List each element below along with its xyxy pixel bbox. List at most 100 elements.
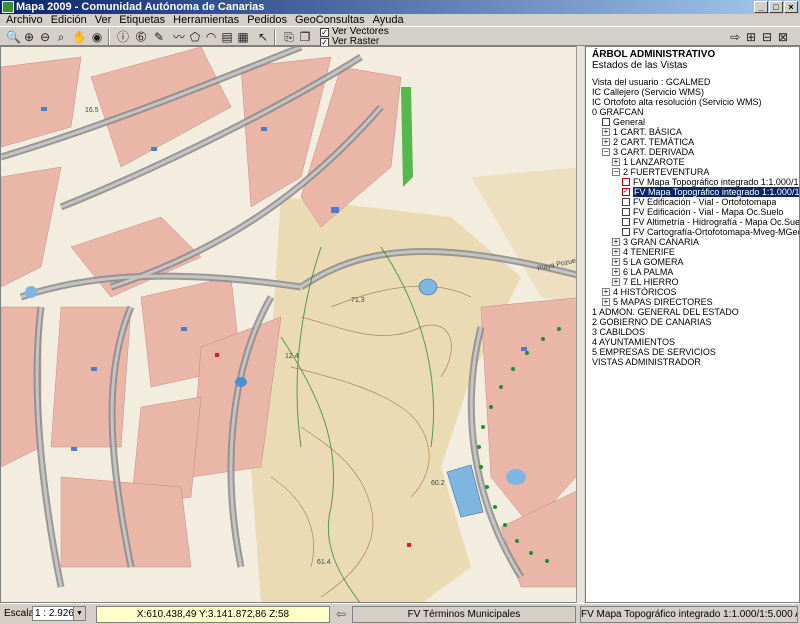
tree-node-label: 3 CABILDOS [592,327,646,337]
arrow-right-icon[interactable]: ⇨ [728,30,742,44]
panel-subtitle: Estados de las Vistas [592,60,688,71]
copy-icon[interactable]: ⎘ [282,30,296,44]
tree-node[interactable]: 0 GRAFCAN [586,107,799,117]
menu-pedidos[interactable]: Pedidos [247,14,287,26]
tree-node[interactable]: ✓ FV Mapa Topográfico integrado 1:1.000/1… [586,187,799,197]
expand-icon[interactable]: + [612,258,620,266]
tree-node[interactable]: +5 LA GOMERA [586,257,799,267]
print-icon[interactable]: ▤ [220,30,234,44]
refresh-icon[interactable]: ◉ [90,30,104,44]
expand-icon[interactable]: + [602,298,610,306]
minimize-button[interactable]: _ [754,1,768,13]
measure-icon[interactable]: ➅ [134,30,148,44]
layer-checkbox[interactable]: ✓ [622,188,630,196]
layer-checkbox[interactable] [622,218,630,226]
tree-node[interactable]: General [586,117,799,127]
tree-node-label: IC Ortofoto alta resolución (Servicio WM… [592,97,762,107]
menu-herramientas[interactable]: Herramientas [173,14,239,26]
tree-node[interactable]: 5 EMPRESAS DE SERVICIOS [586,347,799,357]
draw-icon[interactable]: ✎ [152,30,166,44]
polygon-icon[interactable]: ⬠ [188,30,202,44]
map-svg [1,47,583,602]
collapse-icon[interactable]: − [602,148,610,156]
tree-node[interactable]: VISTAS ADMINISTRADOR [586,357,799,367]
tree-expand-icon[interactable]: ⊞ [744,30,758,44]
layer-checkbox[interactable] [622,198,630,206]
layer-checkbox[interactable] [622,178,630,186]
tree-node[interactable]: FV Edificación - Vial - Mapa Oc.Suelo [586,207,799,217]
tree-node[interactable]: IC Ortofoto alta resolución (Servicio WM… [586,97,799,107]
menu-ver[interactable]: Ver [95,14,112,26]
expand-icon[interactable]: + [602,288,610,296]
expand-icon[interactable]: + [612,238,620,246]
tree-node-label: 2 CART. TEMÁTICA [613,137,695,147]
tree-node[interactable]: +1 LANZAROTE [586,157,799,167]
tree-node-label: 1 LANZAROTE [623,157,685,167]
maximize-button[interactable]: □ [769,1,783,13]
tree-node[interactable]: +7 EL HIERRO [586,277,799,287]
scale-select[interactable]: 1 : 2.926 ▼ [32,606,86,621]
info-icon[interactable]: ⓘ [116,30,130,44]
expand-icon[interactable]: + [612,158,620,166]
expand-icon[interactable]: + [612,268,620,276]
menu-edicion[interactable]: Edición [51,14,87,26]
zoom-out-icon[interactable]: ⊖ [38,30,52,44]
zoom-window-icon[interactable]: ⌕ [54,30,68,44]
layer-checkbox[interactable] [602,118,610,126]
arrow-left-icon[interactable]: ⇦ [334,607,348,621]
tree-node[interactable]: +4 HISTÓRICOS [586,287,799,297]
layer-checkbox[interactable] [622,228,630,236]
zoom-icon[interactable]: 🔍 [6,30,21,44]
tree-sort-icon[interactable]: ⊠ [776,30,790,44]
tree-node[interactable]: FV Altimetría - Hidrografía - Mapa Oc.Su… [586,217,799,227]
area-icon[interactable]: ◠ [204,30,218,44]
tree-node-label: 6 LA PALMA [623,267,674,277]
map-elevation-label: 61.4 [317,559,331,566]
tree-node[interactable]: FV Mapa Topográfico integrado 1:1.000/1:… [586,177,799,187]
tree-node[interactable]: 4 AYUNTAMIENTOS [586,337,799,347]
tree-node[interactable]: IC Callejero (Servicio WMS) [586,87,799,97]
expand-icon[interactable]: + [612,278,620,286]
map-scrollbar[interactable] [576,46,584,603]
tree-node[interactable]: Vista del usuario : GCALMED [586,77,799,87]
cursor-icon[interactable]: ↖ [256,30,270,44]
tree-node[interactable]: +4 TENERIFE [586,247,799,257]
tree-node[interactable]: −2 FUERTEVENTURA [586,167,799,177]
line-icon[interactable]: 〰 [172,30,186,44]
tree-node[interactable]: FV Edificación - Vial - Ortofotomapa [586,197,799,207]
expand-icon[interactable]: + [612,248,620,256]
expand-icon[interactable]: + [602,128,610,136]
tree-node[interactable]: +2 CART. TEMÁTICA [586,137,799,147]
selected-layer-field: FV Mapa Topográfico integrado 1:1.000/1:… [580,606,798,623]
tree-node[interactable]: +6 LA PALMA [586,267,799,277]
chevron-down-icon[interactable]: ▼ [73,607,85,620]
collapse-icon[interactable]: − [612,168,620,176]
tree-node[interactable]: +5 MAPAS DIRECTORES [586,297,799,307]
window-title: Mapa 2009 - Comunidad Autónoma de Canari… [16,1,265,13]
menu-geoconsultas[interactable]: GeoConsultas [295,14,365,26]
menu-etiquetas[interactable]: Etiquetas [119,14,165,26]
tree-node[interactable]: 1 ADMON. GENERAL DEL ESTADO [586,307,799,317]
tree-node[interactable]: +3 GRAN CANARIA [586,237,799,247]
close-button[interactable]: × [784,1,798,13]
tree-node[interactable]: 3 CABILDOS [586,327,799,337]
tree-node[interactable]: 2 GOBIERNO DE CANARIAS [586,317,799,327]
table-icon[interactable]: ▦ [236,30,250,44]
layers-icon[interactable]: ❐ [298,30,312,44]
expand-icon[interactable]: + [602,138,610,146]
tree-node-label: FV Cartografía-Ortofotomapa-Mveg-MGeol-L… [633,227,799,237]
ver-vectores-checkbox[interactable]: ✓ [320,27,329,37]
tree-node[interactable]: +1 CART. BÁSICA [586,127,799,137]
tree-collapse-icon[interactable]: ⊟ [760,30,774,44]
tree-panel: ÁRBOL ADMINISTRATIVO Estados de las Vist… [585,46,800,603]
layer-tree: Vista del usuario : GCALMED IC Callejero … [586,77,799,367]
map-canvas[interactable]: 71.3 61.4 60.2 16.5 12.4 Playa Pozuelo [0,46,584,603]
menu-archivo[interactable]: Archivo [6,14,43,26]
pan-hand-icon[interactable]: ✋ [72,30,87,44]
tree-node[interactable]: FV Cartografía-Ortofotomapa-Mveg-MGeol-L… [586,227,799,237]
layer-checkbox[interactable] [622,208,630,216]
title-bar: Mapa 2009 - Comunidad Autónoma de Canari… [0,0,800,14]
zoom-in-icon[interactable]: ⊕ [22,30,36,44]
menu-ayuda[interactable]: Ayuda [373,14,404,26]
tree-node[interactable]: −3 CART. DERIVADA [586,147,799,157]
